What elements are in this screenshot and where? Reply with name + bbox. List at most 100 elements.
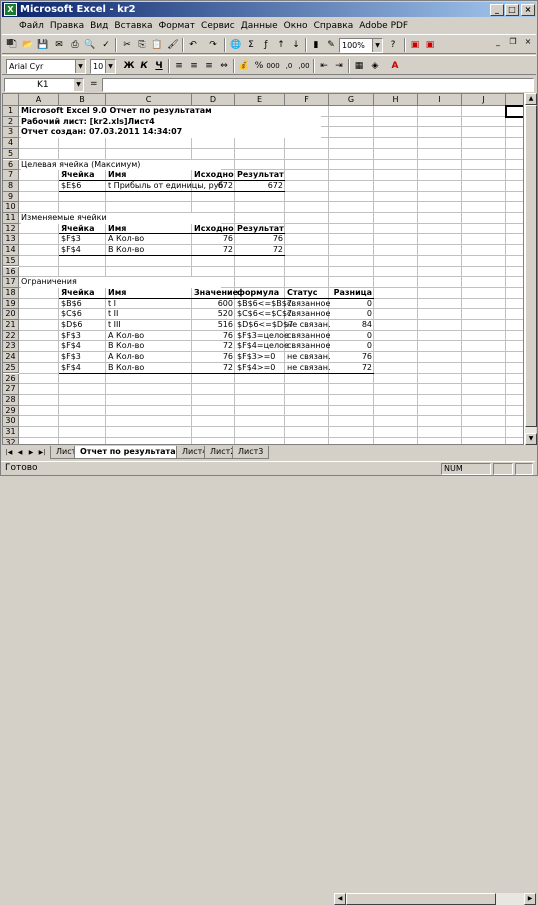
fill-color-icon[interactable]: ◈ bbox=[368, 59, 382, 73]
column-header[interactable]: J bbox=[462, 94, 506, 106]
menu-item[interactable]: Окно bbox=[281, 18, 311, 34]
redo-icon[interactable]: ↷ bbox=[206, 38, 220, 52]
row-header[interactable]: 6 bbox=[3, 159, 19, 171]
scroll-down-icon[interactable]: ▼ bbox=[525, 433, 537, 445]
font-size-select[interactable]: 10 ▼ bbox=[90, 59, 116, 74]
next-sheet-icon[interactable]: ▶ bbox=[26, 447, 36, 458]
scroll-thumb[interactable] bbox=[525, 105, 537, 427]
help-icon[interactable]: ? bbox=[386, 38, 400, 52]
menu-item[interactable]: Вид bbox=[87, 18, 111, 34]
chevron-down-icon[interactable]: ▼ bbox=[74, 79, 83, 91]
row-header[interactable]: 25 bbox=[3, 362, 19, 374]
column-header[interactable]: E bbox=[235, 94, 285, 106]
bold-button[interactable]: Ж bbox=[122, 59, 136, 73]
percent-button[interactable]: % bbox=[252, 59, 266, 73]
row-header[interactable]: 14 bbox=[3, 245, 19, 256]
formula-input[interactable] bbox=[102, 78, 534, 92]
paste-icon[interactable]: 📋 bbox=[150, 38, 164, 52]
name-box[interactable]: K1 ▼ bbox=[4, 78, 84, 92]
align-right-icon[interactable]: ≡ bbox=[202, 59, 216, 73]
row-header[interactable]: 32 bbox=[3, 437, 19, 444]
cut-icon[interactable]: ✂ bbox=[120, 38, 134, 52]
maximize-button[interactable]: □ bbox=[505, 4, 519, 16]
column-header[interactable]: H bbox=[374, 94, 418, 106]
menu-item[interactable]: Формат bbox=[156, 18, 199, 34]
column-header[interactable]: I bbox=[418, 94, 462, 106]
hyperlink-icon[interactable]: 🌐 bbox=[229, 38, 243, 52]
row-header[interactable]: 4 bbox=[3, 138, 19, 149]
vertical-scrollbar[interactable]: ▲ ▼ bbox=[524, 93, 537, 445]
row-header[interactable]: 18 bbox=[3, 287, 19, 299]
increase-decimal-icon[interactable]: ,0 bbox=[282, 59, 296, 73]
row-header[interactable]: 31 bbox=[3, 427, 19, 438]
borders-icon[interactable]: ▦ bbox=[352, 59, 366, 73]
row-header[interactable]: 13 bbox=[3, 234, 19, 246]
row-header[interactable]: 10 bbox=[3, 202, 19, 213]
row-header[interactable]: 21 bbox=[3, 320, 19, 331]
save-icon[interactable]: 💾 bbox=[36, 38, 50, 52]
row-header[interactable]: 15 bbox=[3, 255, 19, 267]
font-select[interactable]: Arial Cyr ▼ bbox=[6, 59, 86, 74]
row-header[interactable]: 9 bbox=[3, 191, 19, 203]
align-left-icon[interactable]: ≡ bbox=[172, 59, 186, 73]
row-header[interactable]: 5 bbox=[3, 148, 19, 160]
function-icon[interactable]: ƒ bbox=[259, 38, 273, 52]
open-icon[interactable]: 📂 bbox=[21, 38, 35, 52]
sort-asc-icon[interactable]: ↑ bbox=[274, 38, 288, 52]
scroll-left-icon[interactable]: ◀ bbox=[334, 893, 346, 905]
row-header[interactable]: 29 bbox=[3, 405, 19, 417]
print-icon[interactable]: ⎙ bbox=[68, 38, 82, 52]
email-icon[interactable]: ✉ bbox=[52, 38, 66, 52]
row-header[interactable]: 23 bbox=[3, 341, 19, 353]
select-all-corner[interactable] bbox=[3, 94, 19, 106]
row-header[interactable]: 27 bbox=[3, 384, 19, 395]
spelling-icon[interactable]: ✓ bbox=[99, 38, 113, 52]
minimize-button[interactable]: _ bbox=[490, 4, 504, 16]
preview-icon[interactable]: 🔍 bbox=[83, 38, 97, 52]
column-header[interactable]: C bbox=[106, 94, 192, 106]
row-header[interactable]: 30 bbox=[3, 416, 19, 427]
chevron-down-icon[interactable]: ▼ bbox=[75, 60, 85, 73]
last-sheet-icon[interactable]: ▶| bbox=[37, 447, 47, 458]
pdf-convert-icon[interactable]: ▣ bbox=[408, 38, 422, 52]
sort-desc-icon[interactable]: ↓ bbox=[289, 38, 303, 52]
hscroll-thumb[interactable] bbox=[346, 893, 496, 905]
undo-icon[interactable]: ↶ bbox=[186, 38, 200, 52]
drawing-icon[interactable]: ✎ bbox=[324, 38, 338, 52]
row-header[interactable]: 1 bbox=[3, 106, 19, 117]
worksheet-grid[interactable]: ABCDEFGHIJK 1234567891011121314151617181… bbox=[2, 93, 524, 445]
menu-item[interactable]: Adobe PDF bbox=[356, 18, 411, 34]
autosum-icon[interactable]: Σ bbox=[244, 38, 258, 52]
column-header[interactable]: A bbox=[19, 94, 59, 106]
scroll-up-icon[interactable]: ▲ bbox=[525, 93, 537, 105]
underline-button[interactable]: Ч bbox=[152, 59, 166, 73]
row-header[interactable]: 22 bbox=[3, 330, 19, 342]
decrease-indent-icon[interactable]: ⇤ bbox=[317, 59, 331, 73]
row-header[interactable]: 24 bbox=[3, 352, 19, 363]
column-header[interactable]: D bbox=[192, 94, 235, 106]
menu-item[interactable]: Данные bbox=[238, 18, 281, 34]
active-cell-k1[interactable] bbox=[505, 105, 523, 118]
row-header[interactable]: 28 bbox=[3, 394, 19, 406]
row-header[interactable]: 26 bbox=[3, 373, 19, 385]
new-icon[interactable]: 🗋 bbox=[6, 38, 20, 52]
row-header[interactable]: 17 bbox=[3, 277, 19, 288]
horizontal-scrollbar[interactable]: ◀ ▶ bbox=[334, 893, 536, 905]
menu-item[interactable]: Правка bbox=[47, 18, 87, 34]
thousands-button[interactable]: 000 bbox=[266, 59, 280, 73]
currency-icon[interactable]: 💰 bbox=[237, 59, 251, 73]
format-painter-icon[interactable]: 🖌 bbox=[166, 38, 180, 52]
prev-sheet-icon[interactable]: ◀ bbox=[15, 447, 25, 458]
zoom-select[interactable]: 100% ▼ bbox=[339, 38, 383, 53]
formula-equals[interactable]: = bbox=[90, 79, 98, 89]
chevron-down-icon[interactable]: ▼ bbox=[372, 39, 382, 52]
menu-item[interactable]: Сервис bbox=[198, 18, 238, 34]
italic-button[interactable]: К bbox=[137, 59, 151, 73]
column-header[interactable]: G bbox=[329, 94, 374, 106]
sheet-tab[interactable]: Лист3 bbox=[232, 446, 270, 459]
row-header[interactable]: 11 bbox=[3, 213, 19, 224]
row-header[interactable]: 2 bbox=[3, 116, 19, 128]
row-header[interactable]: 19 bbox=[3, 298, 19, 310]
copy-icon[interactable]: ⎘ bbox=[135, 38, 149, 52]
scroll-right-icon[interactable]: ▶ bbox=[524, 893, 536, 905]
